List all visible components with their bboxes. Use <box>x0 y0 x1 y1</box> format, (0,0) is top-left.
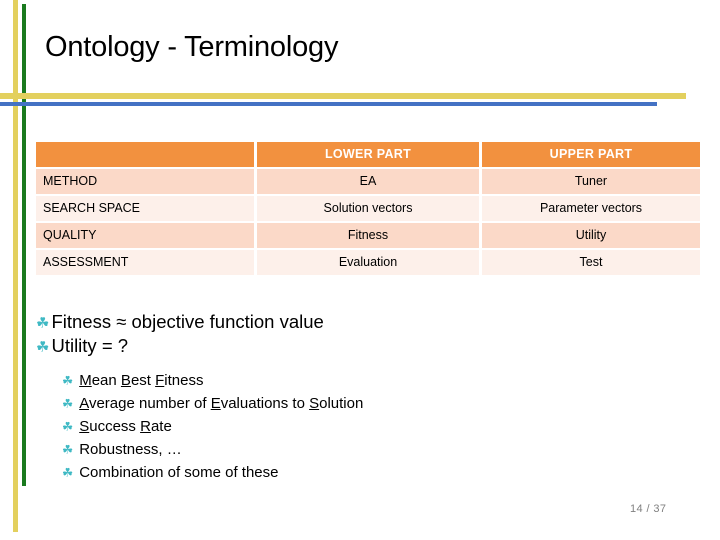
fleuron-bullet-icon: ☘ <box>36 314 50 332</box>
row-label-quality: QUALITY <box>36 223 254 248</box>
table-row: ASSESSMENT Evaluation Test <box>36 250 700 275</box>
list-item: ☘ Fitness ≈ objective function value <box>36 311 676 334</box>
fleuron-bullet-icon: ☘ <box>62 465 74 480</box>
bullet-text: Utility = ? <box>51 335 129 356</box>
terminology-table: LOWER PART UPPER PART METHOD EA Tuner SE… <box>33 140 703 277</box>
row-label-assessment: ASSESSMENT <box>36 250 254 275</box>
header-yellow-divider <box>0 93 686 99</box>
table-row: METHOD EA Tuner <box>36 169 700 194</box>
list-item: ☘ Mean Best Fitness <box>62 369 682 392</box>
table-row: QUALITY Fitness Utility <box>36 223 700 248</box>
list-item: ☘ Average number of Evaluations to Solut… <box>62 392 682 415</box>
row-label-method: METHOD <box>36 169 254 194</box>
row-upper-search-space: Parameter vectors <box>482 196 700 221</box>
bullet-list-level1: ☘ Fitness ≈ objective function value ☘ U… <box>36 311 676 359</box>
row-upper-method: Tuner <box>482 169 700 194</box>
bullet-text: Fitness ≈ objective function value <box>51 311 324 332</box>
fleuron-bullet-icon: ☘ <box>62 442 74 457</box>
list-item: ☘ Success Rate <box>62 415 682 438</box>
list-item: ☘ Robustness, … <box>62 438 682 461</box>
table-header-lower-part: LOWER PART <box>257 142 479 167</box>
page-number: 14 / 37 <box>630 503 667 515</box>
sub-bullet-text: Robustness, … <box>79 441 182 458</box>
table-header-blank <box>36 142 254 167</box>
fleuron-bullet-icon: ☘ <box>36 338 50 356</box>
table-header-row: LOWER PART UPPER PART <box>36 142 700 167</box>
fleuron-bullet-icon: ☘ <box>62 373 74 388</box>
table-row: SEARCH SPACE Solution vectors Parameter … <box>36 196 700 221</box>
sub-bullet-text: Success Rate <box>79 418 172 435</box>
row-lower-quality: Fitness <box>257 223 479 248</box>
row-lower-method: EA <box>257 169 479 194</box>
sub-bullet-text: Average number of Evaluations to Solutio… <box>79 395 364 412</box>
row-upper-assessment: Test <box>482 250 700 275</box>
left-green-vertical-rule <box>22 4 26 486</box>
header-blue-divider <box>0 102 657 106</box>
row-lower-assessment: Evaluation <box>257 250 479 275</box>
sub-bullet-text: Mean Best Fitness <box>79 372 204 389</box>
fleuron-bullet-icon: ☘ <box>62 419 74 434</box>
table-header-upper-part: UPPER PART <box>482 142 700 167</box>
row-lower-search-space: Solution vectors <box>257 196 479 221</box>
left-yellow-vertical-rule <box>13 0 18 532</box>
list-item: ☘ Combination of some of these <box>62 461 682 484</box>
page-title: Ontology - Terminology <box>45 31 339 63</box>
list-item: ☘ Utility = ? <box>36 335 676 358</box>
row-upper-quality: Utility <box>482 223 700 248</box>
row-label-search-space: SEARCH SPACE <box>36 196 254 221</box>
fleuron-bullet-icon: ☘ <box>62 396 74 411</box>
bullet-list-level2: ☘ Mean Best Fitness ☘ Average number of … <box>62 369 682 484</box>
sub-bullet-text: Combination of some of these <box>79 464 279 481</box>
